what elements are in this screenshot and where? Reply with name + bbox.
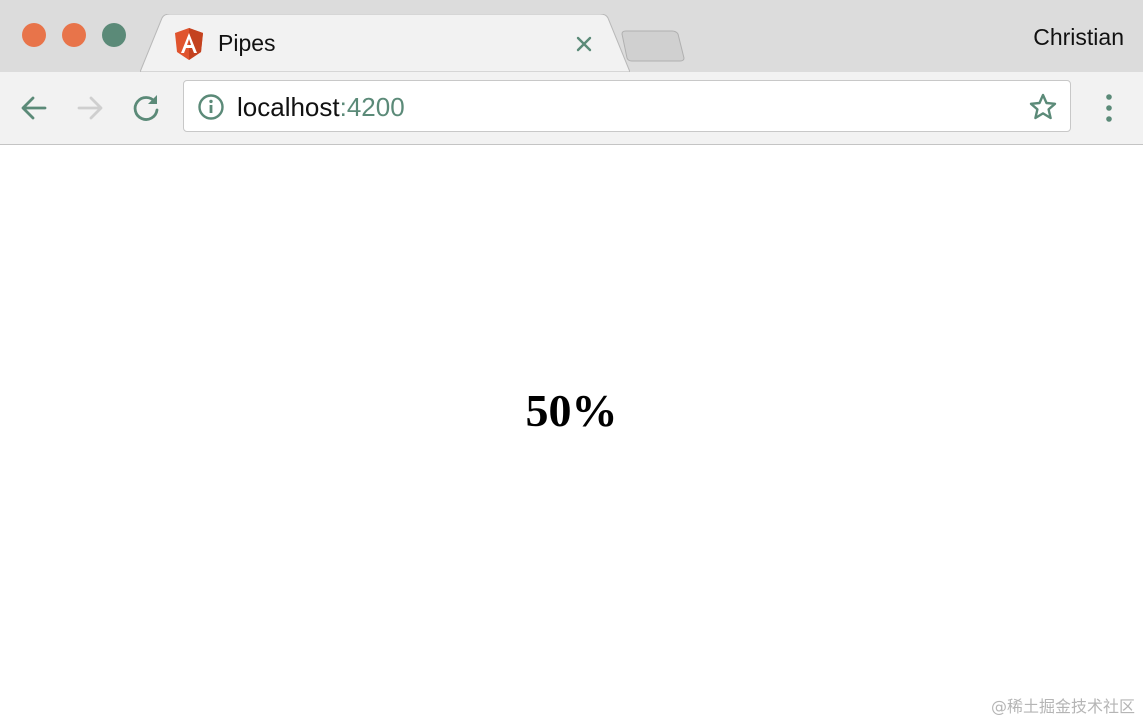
reload-icon[interactable] [128,90,164,126]
minimize-window-button[interactable] [62,23,86,47]
bookmark-star-icon[interactable] [1028,92,1058,122]
title-bar: Pipes Christian [0,0,1143,74]
angular-icon [175,28,203,60]
url-port: :4200 [339,92,405,122]
more-menu-icon[interactable] [1097,91,1121,125]
new-tab-button[interactable] [618,28,688,64]
tab-title: Pipes [218,30,276,56]
url-host: localhost [237,92,340,122]
page-content: 50% [0,145,1143,723]
browser-toolbar: localhost:4200 [0,72,1143,145]
browser-window: Pipes Christian localhost:4200 50% @稀土掘金… [0,0,1143,723]
watermark: @稀土掘金技术社区 [990,697,1135,716]
forward-arrow-icon[interactable] [72,90,108,126]
profile-name[interactable]: Christian [1033,22,1124,52]
maximize-window-button[interactable] [102,23,126,47]
url-text[interactable]: localhost:4200 [237,92,405,122]
close-tab-icon[interactable] [571,31,597,57]
back-arrow-icon[interactable] [16,90,52,126]
info-icon[interactable] [197,93,225,121]
address-bar[interactable]: localhost:4200 [183,80,1071,132]
active-tab[interactable] [140,14,630,74]
percent-value: 50% [525,385,618,436]
close-window-button[interactable] [22,23,46,47]
